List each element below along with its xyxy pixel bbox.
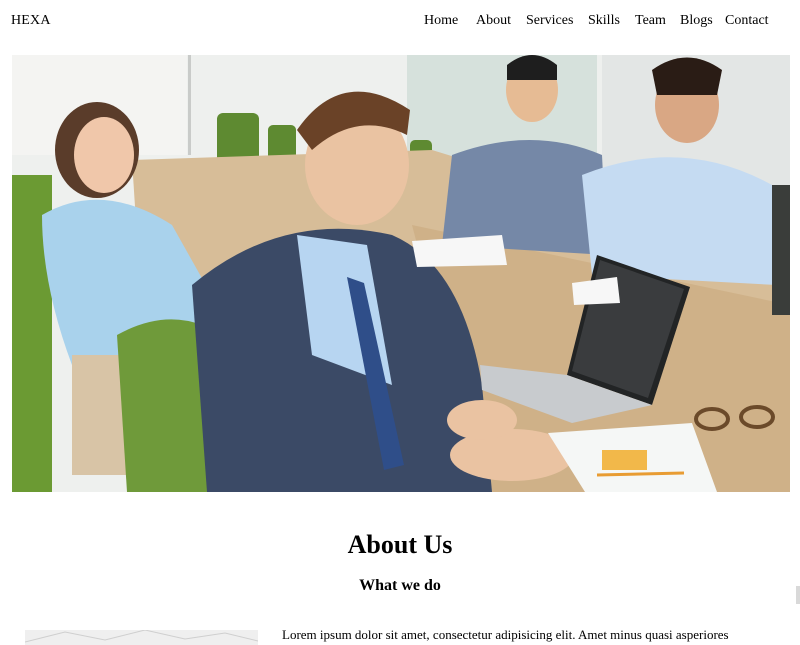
nav-home[interactable]: Home [424,13,458,29]
about-paragraph: Lorem ipsum dolor sit amet, consectetur … [282,627,729,642]
blueprint-image [25,630,258,645]
nav-team[interactable]: Team [635,13,666,29]
hero-image [12,55,790,492]
about-subtitle: What we do [359,577,441,594]
nav-services[interactable]: Services [526,13,573,29]
about-image [25,630,258,645]
business-team-meeting-photo [12,55,790,492]
navbar: HEXA Home About Services Skills Team Blo… [0,0,800,44]
nav-blogs[interactable]: Blogs [680,13,713,29]
nav-skills[interactable]: Skills [588,13,620,29]
nav-about[interactable]: About [476,13,511,29]
page-edge-strip [796,586,800,604]
nav-contact[interactable]: Contact [725,13,769,29]
about-title: About Us [347,530,453,559]
main-nav: Home About Services Skills Team Blogs Co… [0,13,800,33]
